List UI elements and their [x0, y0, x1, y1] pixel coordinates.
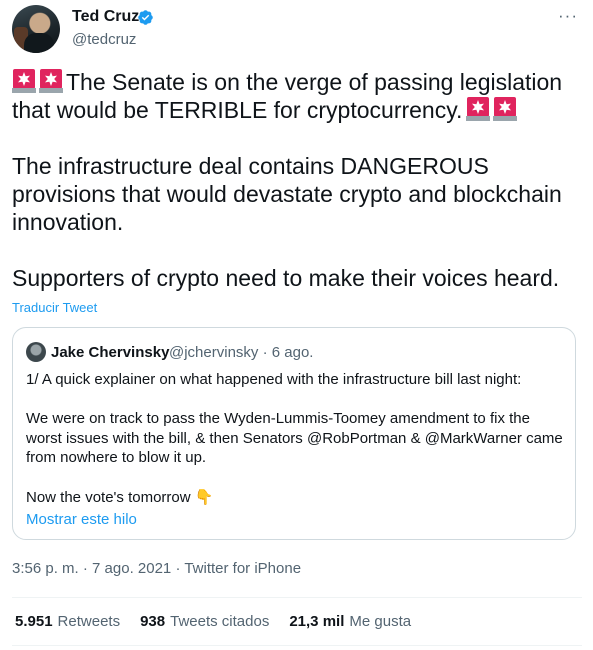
- verified-badge-icon: [138, 10, 153, 25]
- tweet-line-2-prefix: that: [12, 97, 57, 123]
- quote-tweets-label: Tweets citados: [170, 613, 270, 630]
- translate-tweet-link[interactable]: Traducir Tweet: [12, 300, 97, 315]
- tweet-paragraph-3: Supporters of crypto need to make their …: [12, 265, 560, 291]
- author-handle[interactable]: @tedcruz: [72, 31, 136, 48]
- author-name[interactable]: Ted Cruz: [72, 8, 139, 26]
- author-avatar[interactable]: [12, 5, 60, 53]
- siren-emoji-icon: [493, 96, 518, 121]
- divider: [12, 597, 582, 598]
- siren-emoji-icon: [39, 68, 63, 93]
- quote-tweets-stat[interactable]: 938 Tweets citados: [140, 613, 269, 630]
- tweet-line-1: The Senate is on the verge of passing le…: [66, 69, 563, 95]
- avatar-suit-detail: [24, 33, 54, 53]
- likes-label: Me gusta: [349, 613, 412, 630]
- tweet-text: The Senate is on the verge of passing le…: [12, 68, 582, 292]
- tweet-timestamp-source[interactable]: 3:56 p. m. · 7 ago. 2021 · Twitter for i…: [12, 560, 301, 577]
- quoted-paragraph-1: 1/ A quick explainer on what happened wi…: [26, 371, 522, 388]
- quoted-author-handle-time[interactable]: @jchervinsky · 6 ago.: [169, 344, 313, 361]
- quoted-tweet-card[interactable]: Jake Chervinsky @jchervinsky · 6 ago. 1/…: [12, 327, 576, 540]
- tweet-line-2: would be TERRIBLE for cryptocurrency.: [56, 97, 463, 123]
- siren-emoji-icon: [12, 68, 36, 93]
- quote-tweets-count: 938: [140, 613, 166, 630]
- likes-count: 21,3 mil: [289, 613, 345, 630]
- quoted-paragraph-3: Now the vote's tomorrow 👇: [26, 488, 214, 506]
- divider: [12, 645, 582, 646]
- tweet-paragraph-2: The infrastructure deal contains DANGERO…: [12, 153, 562, 235]
- quoted-tweet-body: 1/ A quick explainer on what happened wi…: [26, 370, 566, 507]
- quoted-author-avatar[interactable]: [26, 342, 46, 362]
- retweets-label: Retweets: [57, 613, 121, 630]
- likes-stat[interactable]: 21,3 mil Me gusta: [289, 613, 411, 630]
- more-options-icon[interactable]: ···: [558, 6, 578, 26]
- quoted-author-name[interactable]: Jake Chervinsky: [51, 344, 169, 361]
- retweets-stat[interactable]: 5.951 Retweets: [15, 613, 120, 630]
- tweet-stats: 5.951 Retweets 938 Tweets citados 21,3 mil…: [15, 613, 431, 630]
- quoted-paragraph-2: We were on track to pass the Wyden-Lummi…: [26, 410, 563, 467]
- siren-emoji-icon: [466, 96, 491, 121]
- show-thread-link[interactable]: Mostrar este hilo: [26, 511, 137, 528]
- retweets-count: 5.951: [15, 613, 53, 630]
